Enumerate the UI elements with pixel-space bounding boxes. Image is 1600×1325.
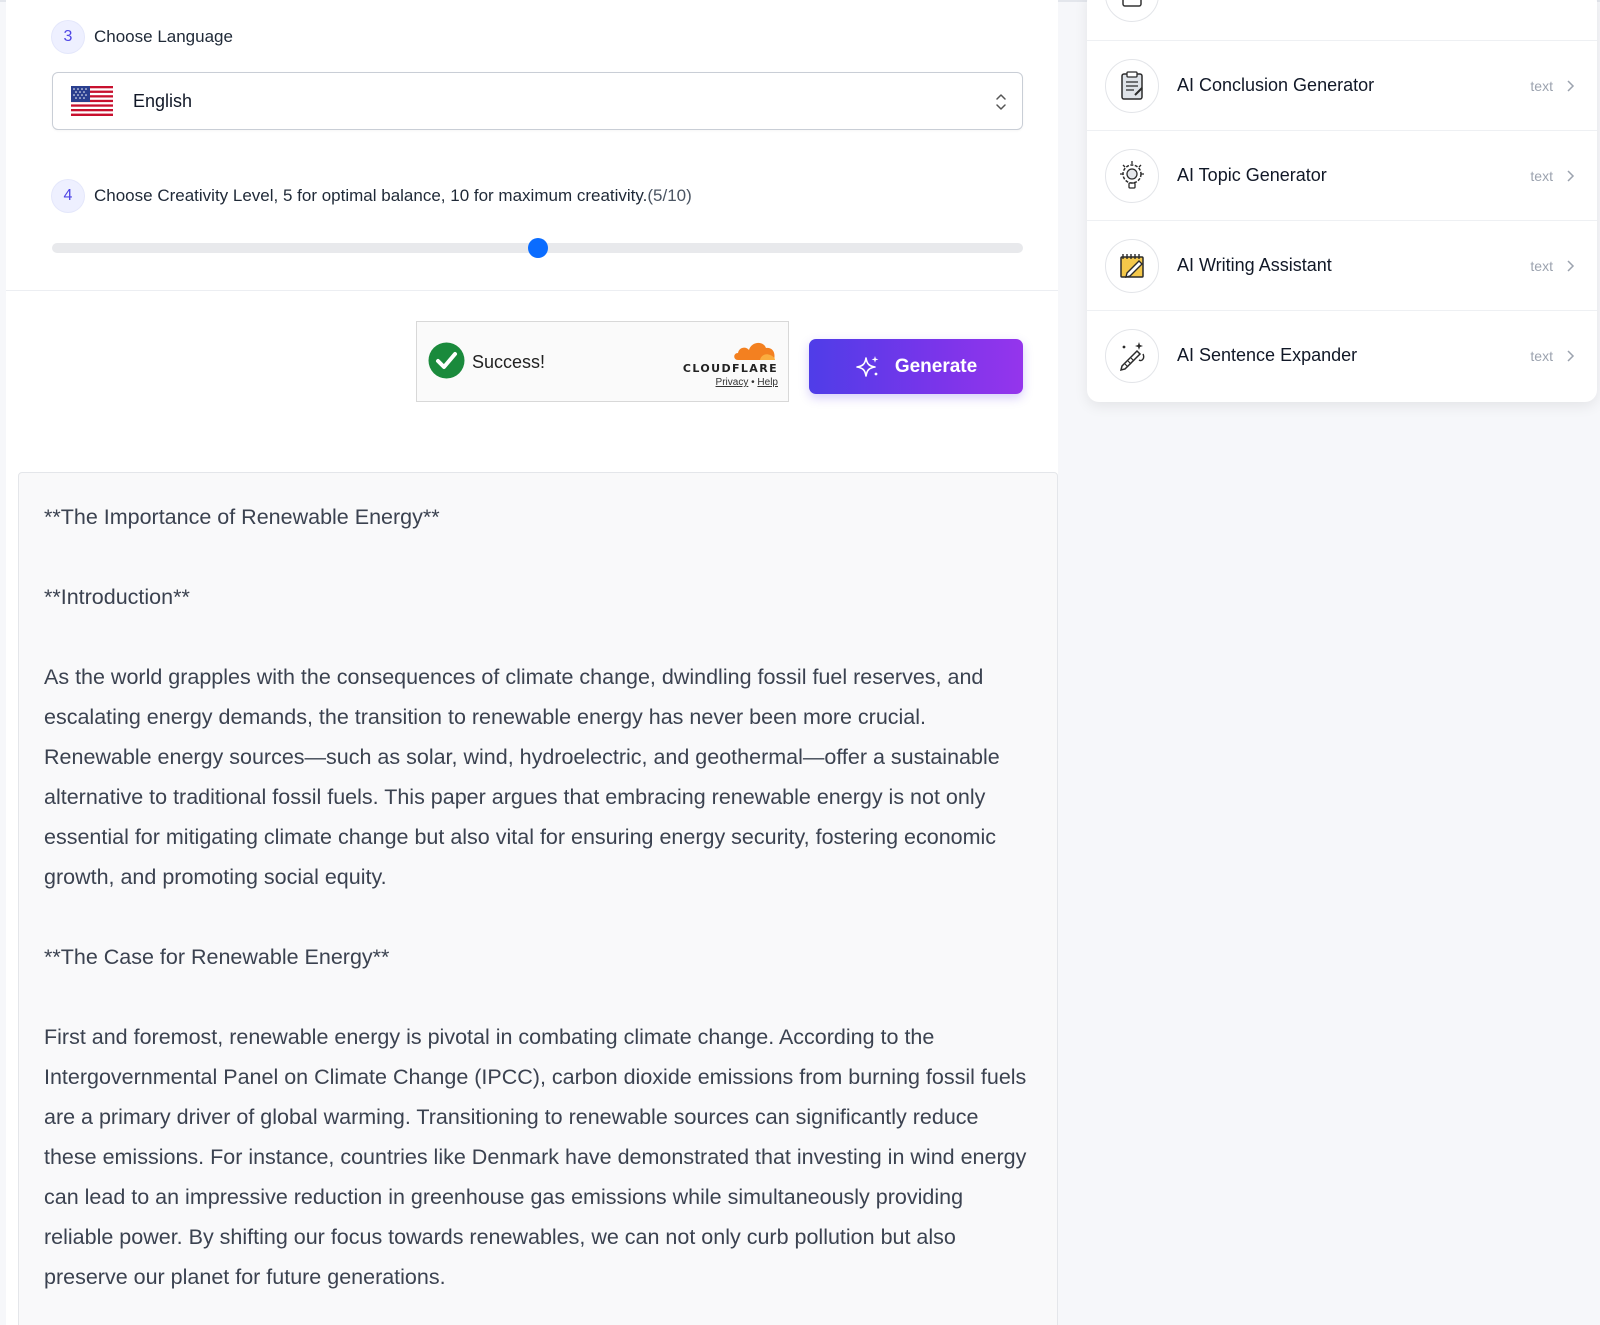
notepad-pencil-icon [1120, 254, 1144, 278]
generated-output: **The Importance of Renewable Energy** *… [18, 472, 1058, 1325]
magic-pen-icon [1119, 342, 1145, 372]
step-number-badge: 3 [52, 21, 84, 53]
output-paragraph: **Introduction** [44, 585, 190, 609]
success-check-icon [428, 342, 465, 379]
lightbulb-gear-icon [1120, 161, 1144, 189]
step-label-text: Choose Creativity Level, 5 for optimal b… [94, 186, 648, 205]
creativity-level-value: (5/10) [647, 186, 692, 205]
sparkles-icon [856, 355, 879, 377]
step-label: Choose Language [94, 27, 233, 46]
help-link[interactable]: Help [757, 377, 778, 388]
us-flag-icon [71, 86, 113, 116]
tool-item-ai-writing-assistant[interactable]: AI Writing Assistant text [1087, 220, 1597, 310]
output-paragraph: **The Case for Renewable Energy** [44, 945, 390, 969]
creativity-slider[interactable] [52, 238, 1023, 258]
generate-button-label: Generate [894, 355, 978, 377]
tool-item-partial[interactable] [1087, 0, 1597, 40]
cloud-icon [734, 342, 775, 360]
essay-tool-icon [1105, 0, 1159, 22]
tool-icon-container [1105, 329, 1159, 383]
tool-item-ai-sentence-expander[interactable]: AI Sentence Expander text [1087, 310, 1597, 400]
chevron-right-icon [1567, 259, 1575, 272]
tool-name: AI Writing Assistant [1177, 255, 1332, 275]
captcha-links: Privacy • Help [680, 377, 778, 388]
step-creativity: 4 Choose Creativity Level, 5 for optimal… [52, 180, 692, 212]
tool-name: AI Topic Generator [1177, 165, 1327, 185]
tool-name: AI Conclusion Generator [1177, 75, 1375, 95]
cloudflare-logo: CLOUDFLARE Privacy • Help [680, 336, 778, 388]
slider-thumb[interactable] [527, 238, 548, 258]
document-icon [1122, 0, 1142, 7]
tool-name: AI Sentence Expander [1177, 345, 1358, 365]
section-divider [6, 290, 1058, 291]
chevron-right-icon [1567, 169, 1575, 182]
captcha-status: Success! [472, 352, 546, 372]
tool-type: text [1530, 257, 1553, 274]
language-select[interactable]: English [52, 72, 1023, 130]
tool-item-ai-topic-generator[interactable]: AI Topic Generator text [1087, 130, 1597, 220]
tool-item-ai-conclusion-generator[interactable]: AI Conclusion Generator text [1087, 40, 1597, 130]
cloudflare-captcha[interactable]: Success! CLOUDFLARE Privacy • Help [416, 321, 789, 402]
privacy-link[interactable]: Privacy [716, 377, 749, 388]
chevron-right-icon [1567, 349, 1575, 362]
chevron-up-down-icon [996, 94, 1006, 110]
generate-button[interactable]: Generate [809, 339, 1023, 394]
related-tools-card: AI Conclusion Generator text AI Topic Ge… [1087, 0, 1597, 402]
conclusion-document-icon [1121, 71, 1143, 100]
cloudflare-wordmark: CLOUDFLARE [682, 362, 778, 375]
language-value: English [133, 90, 193, 111]
tool-icon-container [1105, 239, 1159, 293]
main-panel: 3 Choose Language English 4 Choose Creat… [6, 0, 1058, 1325]
output-paragraph: **The Importance of Renewable Energy** [44, 505, 440, 529]
tool-icon-container [1105, 149, 1159, 203]
step-number-badge: 4 [52, 180, 84, 212]
tool-icon-container [1105, 59, 1159, 113]
output-paragraph: First and foremost, renewable energy is … [44, 1025, 1027, 1289]
tool-type: text [1530, 347, 1553, 364]
tool-type: text [1530, 77, 1553, 94]
chevron-right-icon [1567, 79, 1575, 92]
tool-type: text [1530, 167, 1553, 184]
output-paragraph: As the world grapples with the consequen… [44, 665, 1000, 889]
link-separator: • [751, 377, 755, 388]
step-label: Choose Creativity Level, 5 for optimal b… [94, 186, 692, 206]
step-language: 3 Choose Language [52, 21, 233, 53]
